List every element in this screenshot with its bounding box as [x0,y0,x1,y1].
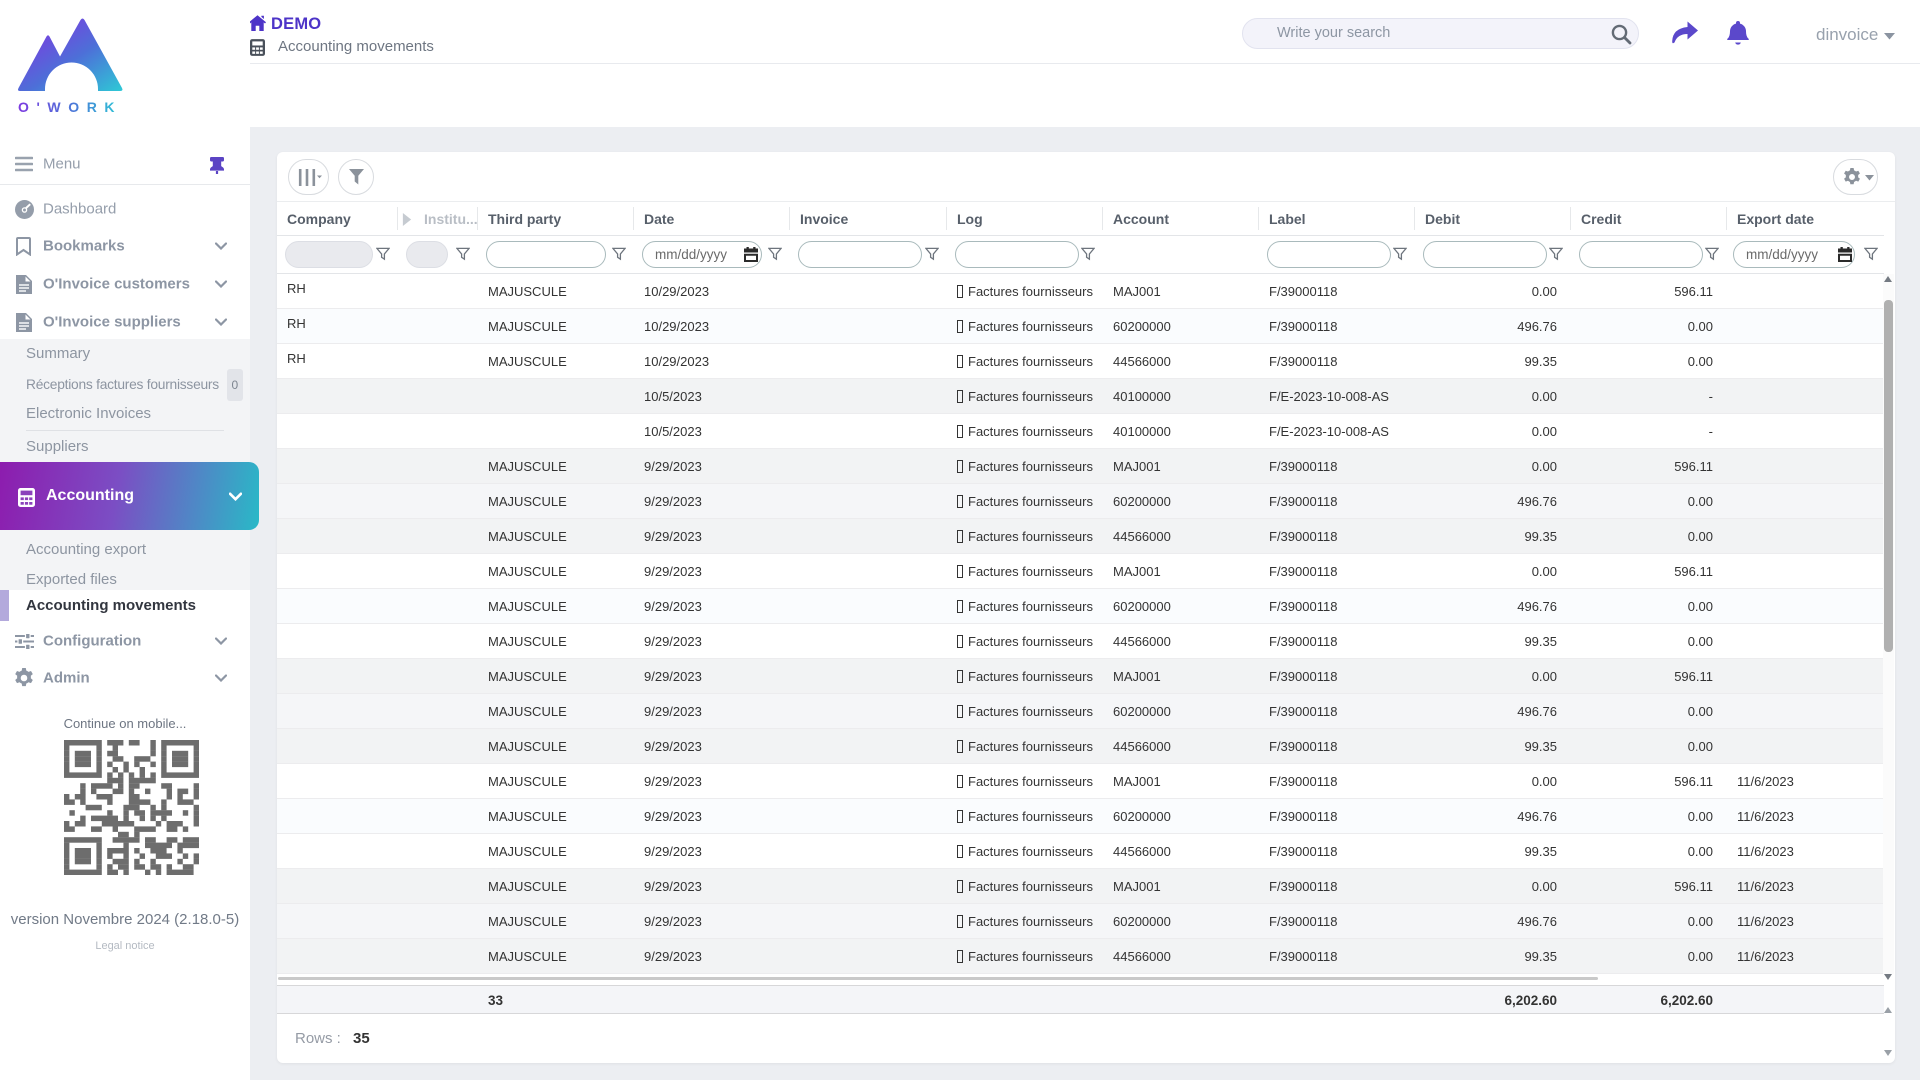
svg-text:O'WORK: O'WORK [18,99,122,115]
